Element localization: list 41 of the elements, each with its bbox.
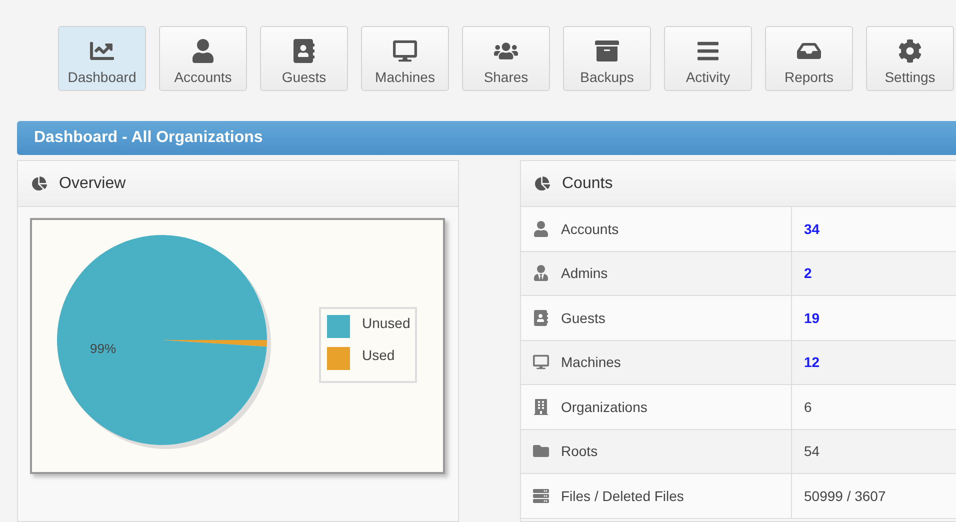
monitor-icon (533, 354, 549, 370)
folder-icon (533, 443, 549, 460)
count-link[interactable]: 2 (792, 252, 812, 295)
page-title: Dashboard - All Organizations (34, 129, 263, 147)
monitor-icon (393, 38, 417, 62)
count-value: 54 (803, 442, 820, 462)
legend-label: Used (362, 347, 395, 363)
count-label: Files / Deleted Files (561, 488, 684, 504)
count-link[interactable]: 19 (792, 296, 820, 340)
nav-button[interactable]: Activity (664, 26, 752, 91)
count-value: 6 (803, 398, 812, 417)
nav-button[interactable]: Dashboard (58, 26, 146, 91)
count-label: Organizations (561, 398, 648, 415)
count-link[interactable]: 34 (792, 207, 820, 250)
user-icon (191, 38, 215, 62)
panel-title: Overview (59, 174, 126, 192)
pie-chart-icon (32, 176, 47, 191)
panel-title: Counts (562, 174, 613, 192)
user-tie-icon (533, 265, 549, 282)
slice-label: 99% (90, 341, 116, 356)
address-book-icon (292, 38, 316, 62)
legend-label: Unused (362, 315, 410, 331)
count-label: Admins (561, 265, 608, 282)
address-book-icon (533, 310, 549, 326)
nav-button[interactable]: Guests (260, 26, 348, 91)
nav-button[interactable]: Settings (866, 26, 954, 91)
building-icon (533, 398, 549, 415)
settings-icon (898, 38, 922, 62)
count-label: Machines (561, 354, 621, 370)
pie-chart-icon (535, 176, 550, 191)
count-label: Guests (561, 310, 606, 326)
nav-button[interactable]: Accounts (159, 26, 247, 91)
nav-button[interactable]: Shares (462, 26, 550, 91)
nav-button[interactable]: Machines (361, 26, 449, 91)
count-label: Accounts (561, 220, 619, 237)
user-icon (533, 220, 549, 237)
count-label: Roots (561, 443, 598, 460)
nav-button[interactable]: Backups (563, 26, 651, 91)
count-link[interactable]: 12 (792, 340, 820, 384)
count-value: 50999 / 3607 (803, 486, 886, 506)
nav-button[interactable]: Reports (765, 26, 853, 91)
